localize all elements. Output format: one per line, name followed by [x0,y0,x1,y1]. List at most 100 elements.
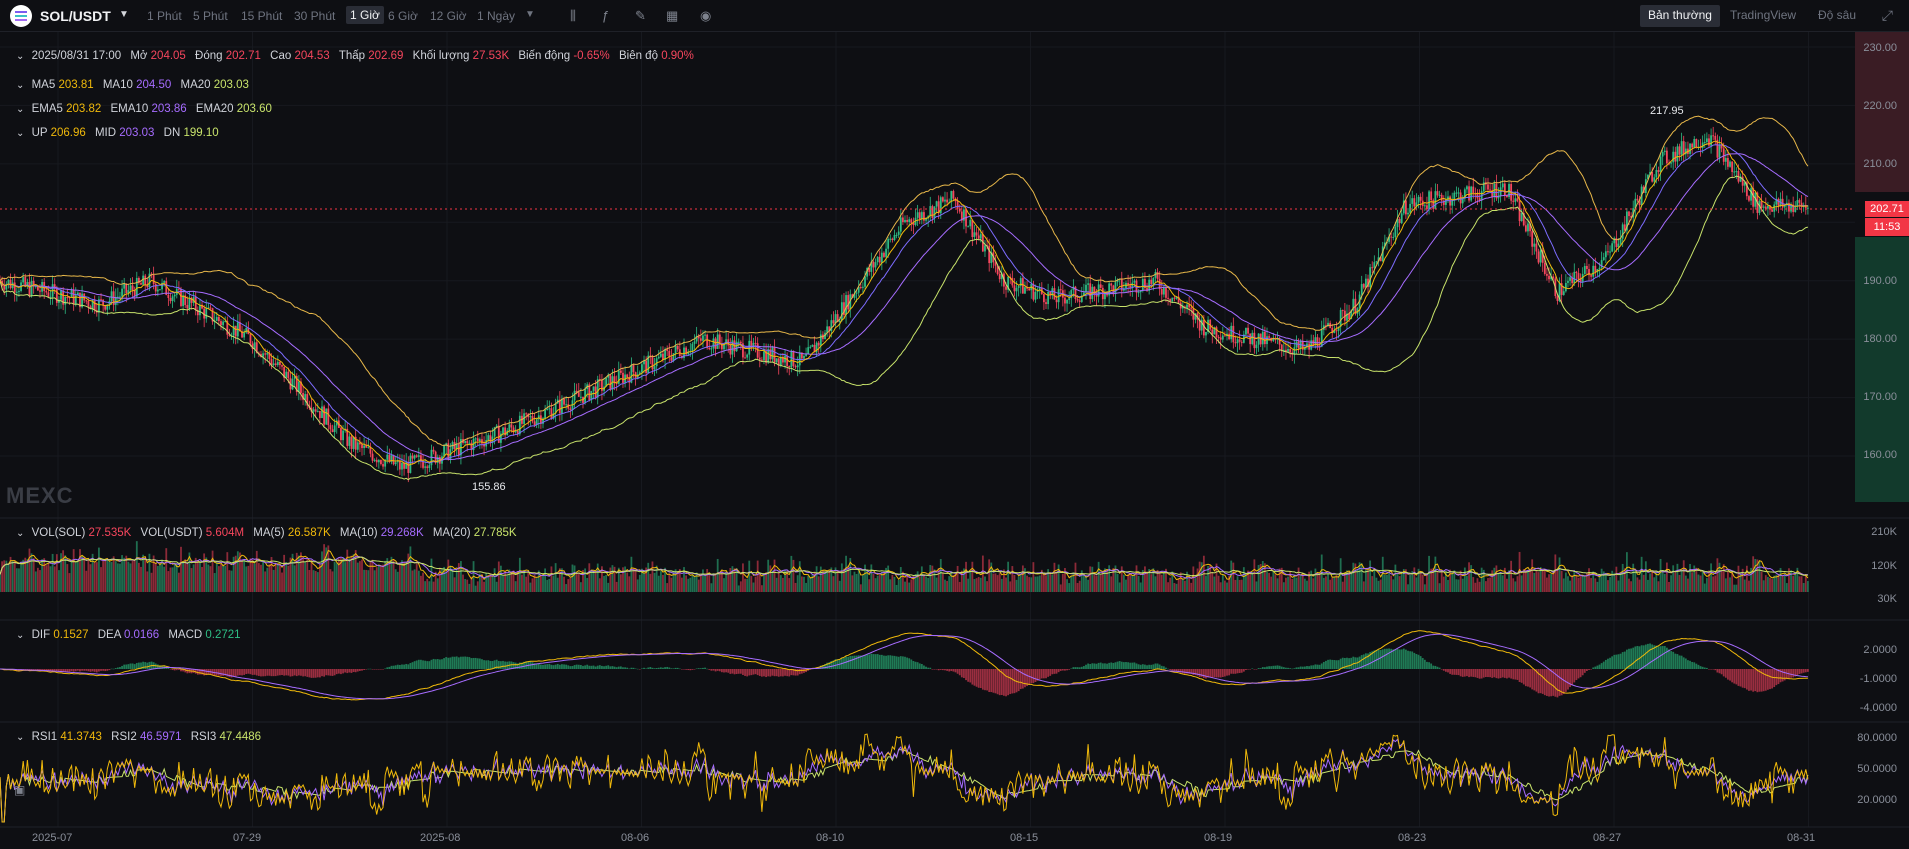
candle-body [1392,236,1395,238]
candle-type-icon[interactable]: ⫼ [570,8,576,24]
volume-bar [39,570,41,592]
tf-12h[interactable]: 12 Giờ [430,9,467,23]
macd-histogram-bar [356,669,359,672]
candle-body [533,421,536,426]
candle-body [1762,206,1765,208]
macd-histogram-bar [377,669,380,670]
collapse-chevron-icon[interactable]: ⌄ [16,630,24,641]
macd-histogram-bar [304,669,307,677]
macd-histogram-bar [386,667,389,669]
macd-histogram-bar [912,660,915,669]
macd-histogram-bar [596,665,599,669]
volume-bar [851,575,854,592]
macd-histogram-bar [89,669,92,672]
volume-bar [1762,580,1765,592]
candle-body [350,436,353,449]
collapse-chevron-icon[interactable]: ⌄ [16,128,24,139]
candle-body [971,219,974,238]
candle-body [291,378,294,390]
volume-bar [567,579,570,592]
collapse-chevron-icon[interactable]: ⌄ [16,51,24,62]
tf-15m[interactable]: 15 Phút [241,9,282,23]
tf-1h[interactable]: 1 Giờ [346,6,384,24]
macd-histogram-bar [1192,669,1195,675]
draw-icon[interactable]: ✎ [635,8,646,24]
macd-histogram-bar [1066,669,1068,671]
pair-selector[interactable]: SOL/USDT [40,8,111,24]
macd-histogram-bar [1236,669,1239,674]
chevron-down-icon[interactable]: ▼ [119,9,129,20]
volume-bar [754,576,757,592]
candle-body [1005,286,1007,290]
collapse-chevron-icon[interactable]: ⌄ [16,732,24,743]
view-normal[interactable]: Bản thường [1640,5,1720,27]
tf-5m[interactable]: 5 Phút [193,9,228,23]
view-tradingview[interactable]: TradingView [1722,5,1804,27]
collapse-chevron-icon[interactable]: ⌄ [16,80,24,91]
macd-histogram-bar [340,669,342,675]
fullscreen-icon[interactable]: ⤢ [1882,7,1893,24]
macd-histogram-bar [956,669,959,674]
candle-body [1110,283,1113,286]
volume-bar [81,555,83,592]
macd-histogram-bar [348,669,351,673]
macd-histogram-bar [769,669,772,677]
chart-canvas[interactable] [0,32,1909,849]
candle-body [287,371,290,379]
macd-tick: 2.0000 [1863,644,1897,656]
candle-body [1535,243,1538,252]
volume-bar [251,559,254,592]
volume-bar [1125,579,1127,592]
ohlc-legend: ⌄ 2025/08/31 17:00 Mở 204.05 Đóng 202.71… [16,50,694,62]
candle-body [1093,286,1096,295]
volume-bar [636,579,639,592]
macd-histogram-bar [723,669,725,673]
volume-bar [1167,582,1169,592]
calendar-icon[interactable]: ▣ [14,783,25,797]
macd-histogram-bar [628,668,631,670]
volume-bar [575,573,578,592]
collapse-chevron-icon[interactable]: ⌄ [16,528,24,539]
macd-histogram-bar [1003,669,1005,696]
volume-bar [150,572,153,592]
volume-bar [1699,575,1702,592]
view-depth[interactable]: Độ sâu [1810,5,1864,27]
macd-histogram-bar [1318,664,1321,669]
volume-bar [1127,574,1129,592]
volume-bar [1792,575,1795,592]
macd-histogram-bar [1348,658,1350,669]
macd-histogram-bar [323,669,326,677]
macd-histogram-bar [396,664,399,669]
volume-bar [129,563,132,592]
tf-1d[interactable]: 1 Ngày [477,9,515,23]
macd-histogram-bar [1224,669,1226,677]
volume-bar [775,577,778,592]
volume-bar [308,570,311,592]
candle-body [1695,139,1698,148]
volume-bar [1727,571,1729,592]
tf-6h[interactable]: 6 Giờ [388,9,418,23]
volume-bar [1621,563,1624,592]
macd-histogram-bar [1085,664,1087,669]
macd-histogram-bar [626,667,629,669]
candle-body [840,302,843,321]
price-tick: 190.00 [1863,275,1897,287]
macd-histogram-bar [1510,669,1513,679]
macd-histogram-bar [775,669,778,677]
volume-bar [1632,563,1635,592]
tf-1m[interactable]: 1 Phút [147,9,182,23]
tf-more-chevron-icon[interactable]: ▼ [525,9,535,20]
camera-icon[interactable]: ◉ [700,8,711,24]
volume-bar [1390,575,1393,592]
macd-histogram-bar [342,669,344,674]
indicator-icon[interactable]: ƒ [602,8,609,23]
candle-body [655,358,658,367]
macd-histogram-bar [1567,669,1569,690]
collapse-chevron-icon[interactable]: ⌄ [16,104,24,115]
macd-histogram-bar [1148,664,1151,669]
macd-histogram-bar [1099,662,1102,669]
macd-histogram-bar [929,667,932,669]
layout-icon[interactable]: ▦ [666,8,678,24]
candle-body [30,280,33,296]
tf-30m[interactable]: 30 Phút [294,9,335,23]
